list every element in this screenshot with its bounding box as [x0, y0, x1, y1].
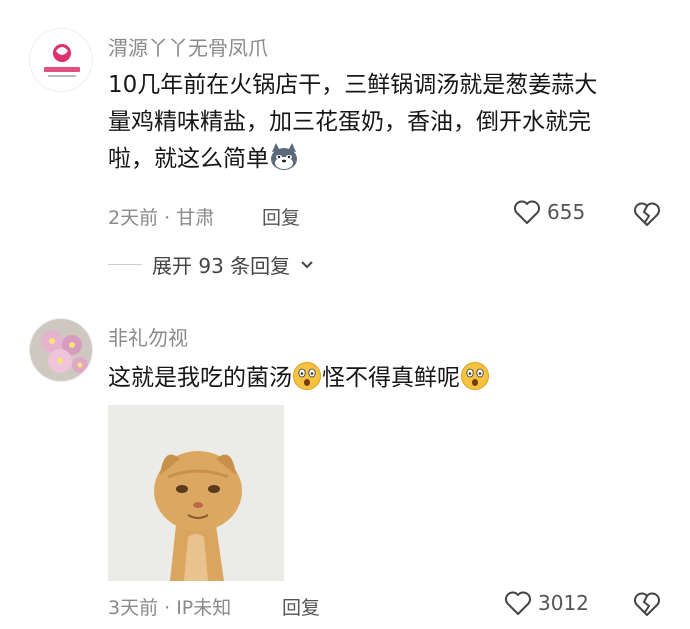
flower-photo-icon — [30, 319, 92, 381]
heart-icon — [514, 200, 540, 224]
chevron-down-icon — [301, 260, 313, 268]
like-button[interactable]: 655 — [513, 199, 585, 225]
expand-replies-label: 展开 93 条回复 — [152, 254, 291, 278]
avatar[interactable] — [29, 28, 93, 92]
comment-2: 非礼勿视 这就是我吃的菌汤 怪不得真鲜呢 3天前 · IP未知 回复 3012 — [0, 300, 690, 629]
divider — [108, 264, 142, 265]
like-count: 3012 — [538, 591, 589, 615]
avatar[interactable] — [29, 318, 93, 382]
comment-meta: 2天前 · 甘肃 — [108, 207, 215, 229]
reply-button[interactable]: 回复 — [262, 203, 300, 230]
surprised-face-icon — [293, 362, 321, 390]
dislike-button[interactable] — [633, 591, 661, 621]
comment-text: 这就是我吃的菌汤 怪不得真鲜呢 — [108, 360, 668, 397]
orange-cat-photo — [108, 405, 284, 581]
comment-text: 10几年前在火锅店干，三鲜锅调汤就是葱姜蒜大 量鸡精味精盐，加三花蛋奶，香油，倒… — [108, 72, 598, 172]
comment-meta: 3天前 · IP未知 — [108, 597, 232, 619]
husky-dog-icon — [271, 143, 297, 170]
surprised-face-icon — [461, 362, 489, 390]
broken-heart-icon — [634, 592, 660, 616]
like-count: 655 — [547, 200, 586, 224]
broken-heart-icon — [634, 202, 660, 226]
dislike-button[interactable] — [633, 201, 661, 231]
heart-icon — [505, 591, 531, 615]
reply-button[interactable]: 回复 — [282, 593, 320, 620]
username[interactable]: 非礼勿视 — [108, 322, 188, 351]
expand-replies-button[interactable]: 展开 93 条回复 — [108, 250, 314, 279]
username[interactable]: 渭源丫丫无骨凤爪 — [108, 32, 268, 61]
comment-1: 渭源丫丫无骨凤爪 10几年前在火锅店干，三鲜锅调汤就是葱姜蒜大 量鸡精味精盐，加… — [0, 0, 690, 300]
like-button[interactable]: 3012 — [504, 590, 589, 616]
attached-image[interactable] — [108, 405, 284, 581]
brand-logo-icon — [44, 44, 80, 77]
